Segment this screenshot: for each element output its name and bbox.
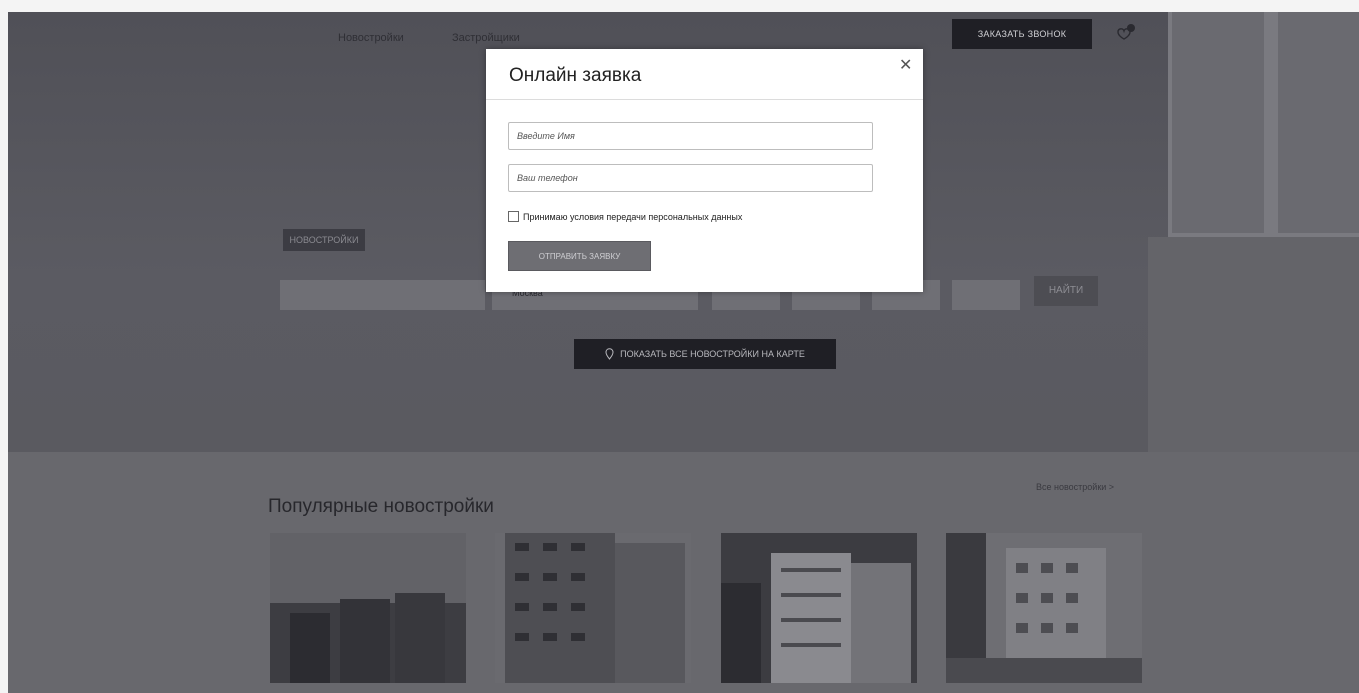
building-photo: [270, 533, 466, 683]
building-photo: [946, 533, 1142, 683]
nav-item-novostroyki[interactable]: Новостройки: [338, 32, 404, 44]
building-card[interactable]: [721, 533, 917, 683]
close-icon[interactable]: ✕: [899, 55, 912, 75]
hero-label: НОВОСТРОЙКИ: [283, 229, 365, 251]
location-pin-icon: [605, 348, 614, 360]
building-card[interactable]: [495, 533, 691, 683]
consent-label: Принимаю условия передачи персональных д…: [523, 211, 743, 222]
callback-button[interactable]: ЗАКАЗАТЬ ЗВОНОК: [952, 19, 1092, 49]
hero-background-side: [1148, 237, 1359, 452]
consent-checkbox-row[interactable]: Принимаю условия передачи персональных д…: [508, 211, 742, 222]
name-input[interactable]: [508, 122, 873, 150]
nav-item-zastroyshchiki[interactable]: Застройщики: [452, 32, 520, 44]
search-type-field[interactable]: [280, 280, 485, 310]
submit-request-button[interactable]: ОТПРАВИТЬ ЗАЯВКУ: [508, 241, 651, 271]
modal-title: Онлайн заявка: [509, 65, 642, 86]
show-map-button[interactable]: ПОКАЗАТЬ ВСЕ НОВОСТРОЙКИ НА КАРТЕ: [574, 339, 836, 369]
building-card[interactable]: [946, 533, 1142, 683]
search-button[interactable]: НАЙТИ: [1034, 276, 1098, 306]
consent-checkbox[interactable]: [508, 211, 519, 222]
building-card[interactable]: [270, 533, 466, 683]
modal-divider: [486, 99, 923, 100]
hero-background-window: [1168, 12, 1359, 237]
building-photo: [495, 533, 691, 683]
show-map-label: ПОКАЗАТЬ ВСЕ НОВОСТРОЙКИ НА КАРТЕ: [620, 349, 805, 359]
phone-input[interactable]: [508, 164, 873, 192]
building-photo: [721, 533, 917, 683]
online-request-modal: Онлайн заявка ✕ Принимаю условия передач…: [486, 49, 923, 292]
popular-section: Популярные новостройки Все новостройки >: [8, 452, 1359, 693]
heart-icon[interactable]: [1110, 20, 1140, 48]
all-novostroyki-link[interactable]: Все новостройки >: [1036, 482, 1114, 492]
section-title: Популярные новостройки: [268, 496, 494, 517]
search-filter-4[interactable]: [952, 280, 1020, 310]
